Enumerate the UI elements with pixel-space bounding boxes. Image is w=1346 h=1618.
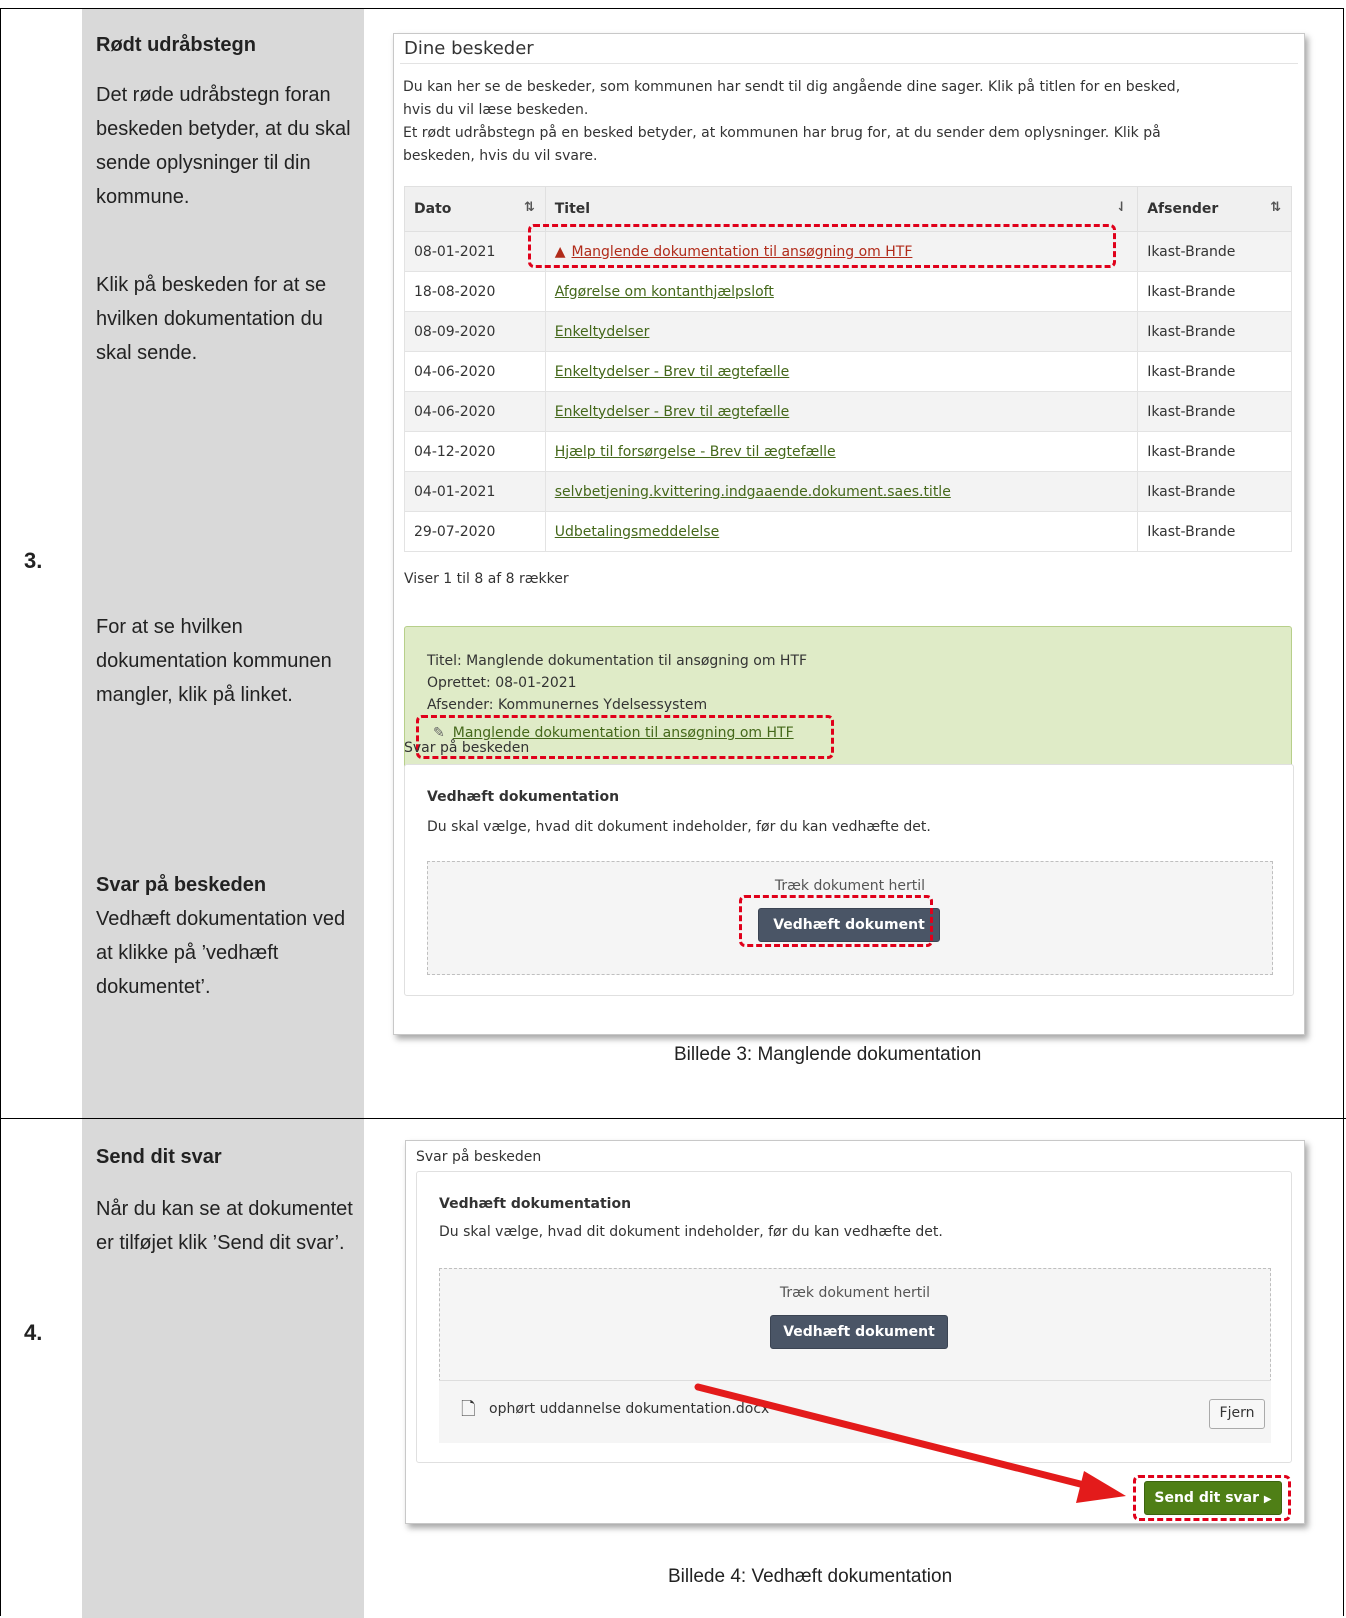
row-sender: Ikast-Brande bbox=[1137, 271, 1292, 312]
row-sender: Ikast-Brande bbox=[1137, 351, 1292, 392]
drop-zone-text: Træk dokument hertil bbox=[774, 878, 926, 894]
attach-panel: Vedhæft dokumentation Du skal vælge, hva… bbox=[404, 764, 1294, 996]
row-date: 08-09-2020 bbox=[404, 311, 546, 352]
step3-heading-red-mark: Rødt udråbstegn bbox=[96, 34, 256, 56]
row-date: 04-06-2020 bbox=[404, 351, 546, 392]
row-date: 04-12-2020 bbox=[404, 431, 546, 472]
step3-paragraph-3: For at se hvilken dokumentation kommunen… bbox=[96, 616, 332, 706]
row-count-text: Viser 1 til 8 af 8 rækker bbox=[404, 571, 569, 587]
row-sender: Ikast-Brande bbox=[1137, 471, 1292, 512]
message-link[interactable]: Enkeltydelser - Brev til ægtefælle bbox=[555, 404, 790, 420]
attach-description: Du skal vælge, hvad dit dokument indehol… bbox=[427, 819, 931, 835]
step-number-3: 3. bbox=[24, 548, 43, 573]
row-sender: Ikast-Brande bbox=[1137, 391, 1292, 432]
screenshot-reply: Svar på beskeden Vedhæft dokumentation D… bbox=[405, 1140, 1305, 1524]
detail-sender: Afsender: Kommunernes Ydelsessystem bbox=[427, 697, 708, 713]
step3-paragraph-2: Klik på beskeden for at se hvilken dokum… bbox=[96, 274, 327, 364]
attach-heading: Vedhæft dokumentation bbox=[427, 789, 620, 805]
step-number-4: 4. bbox=[24, 1320, 43, 1345]
step3-heading-reply: Svar på beskeden bbox=[96, 874, 267, 896]
table-row: 04-06-2020 Enkeltydelser - Brev til ægte… bbox=[404, 351, 1292, 392]
message-link[interactable]: Hjælp til forsørgelse - Brev til ægtefæl… bbox=[555, 444, 836, 460]
messages-intro: Du kan her se de beskeder, som kommunen … bbox=[403, 79, 1181, 164]
step3-paragraph-1: Det røde udråbstegn foran beskeden betyd… bbox=[96, 84, 351, 208]
detail-title: Titel: Manglende dokumentation til ansøg… bbox=[427, 653, 808, 669]
table-row: 04-01-2021 selvbetjening.kvittering.indg… bbox=[404, 471, 1292, 512]
red-arrow bbox=[694, 1383, 1126, 1503]
table-row: 18-08-2020 Afgørelse om kontanthjælpslof… bbox=[404, 271, 1292, 312]
highlight-warning-message bbox=[528, 224, 1116, 268]
row-date: 08-01-2021 bbox=[404, 231, 546, 272]
messages-title: Dine beskeder bbox=[404, 38, 534, 59]
row-date: 29-07-2020 bbox=[404, 511, 546, 552]
sort-icon[interactable]: ⇅ bbox=[524, 200, 535, 215]
highlight-attach-button bbox=[739, 895, 933, 947]
row-sender: Ikast-Brande bbox=[1137, 511, 1292, 552]
sort-desc-icon[interactable]: ⇃ bbox=[1116, 200, 1127, 215]
caption-image-3: Billede 3: Manglende dokumentation bbox=[674, 1044, 982, 1065]
row-date: 04-01-2021 bbox=[404, 471, 546, 512]
table-row: 08-09-2020 Enkeltydelser Ikast-Brande bbox=[404, 311, 1292, 352]
column-header-date[interactable]: Dato ⇅ bbox=[404, 186, 546, 232]
step3-paragraph-4: Vedhæft dokumentation ved at klikke på ’… bbox=[96, 908, 346, 998]
row-date: 18-08-2020 bbox=[404, 271, 546, 312]
column-header-sender[interactable]: Afsender ⇅ bbox=[1137, 186, 1292, 232]
table-row: 04-12-2020 Hjælp til forsørgelse - Brev … bbox=[404, 431, 1292, 472]
row-sender: Ikast-Brande bbox=[1137, 431, 1292, 472]
table-row: 29-07-2020 Udbetalingsmeddelelse Ikast-B… bbox=[404, 511, 1292, 552]
screenshot-messages: Dine beskeder Du kan her se de beskeder,… bbox=[393, 33, 1305, 1035]
message-link[interactable]: selvbetjening.kvittering.indgaaende.doku… bbox=[555, 484, 951, 500]
caption-image-4: Billede 4: Vedhæft dokumentation bbox=[668, 1566, 953, 1587]
row-sender: Ikast-Brande bbox=[1137, 311, 1292, 352]
step4-paragraph: Når du kan se at dokumentet er tilføjet … bbox=[96, 1198, 353, 1254]
message-link[interactable]: Udbetalingsmeddelelse bbox=[555, 524, 719, 540]
table-row: 04-06-2020 Enkeltydelser - Brev til ægte… bbox=[404, 391, 1292, 432]
row-date: 04-06-2020 bbox=[404, 391, 546, 432]
title-divider bbox=[400, 63, 1298, 64]
message-link[interactable]: Afgørelse om kontanthjælpsloft bbox=[555, 284, 774, 300]
message-link[interactable]: Enkeltydelser - Brev til ægtefælle bbox=[555, 364, 790, 380]
row-sender: Ikast-Brande bbox=[1137, 231, 1292, 272]
message-link[interactable]: Enkeltydelser bbox=[555, 324, 650, 340]
reply-label: Svar på beskeden bbox=[404, 740, 530, 756]
sort-icon[interactable]: ⇅ bbox=[1270, 200, 1281, 215]
detail-created: Oprettet: 08-01-2021 bbox=[427, 675, 577, 691]
step4-heading: Send dit svar bbox=[96, 1146, 222, 1168]
